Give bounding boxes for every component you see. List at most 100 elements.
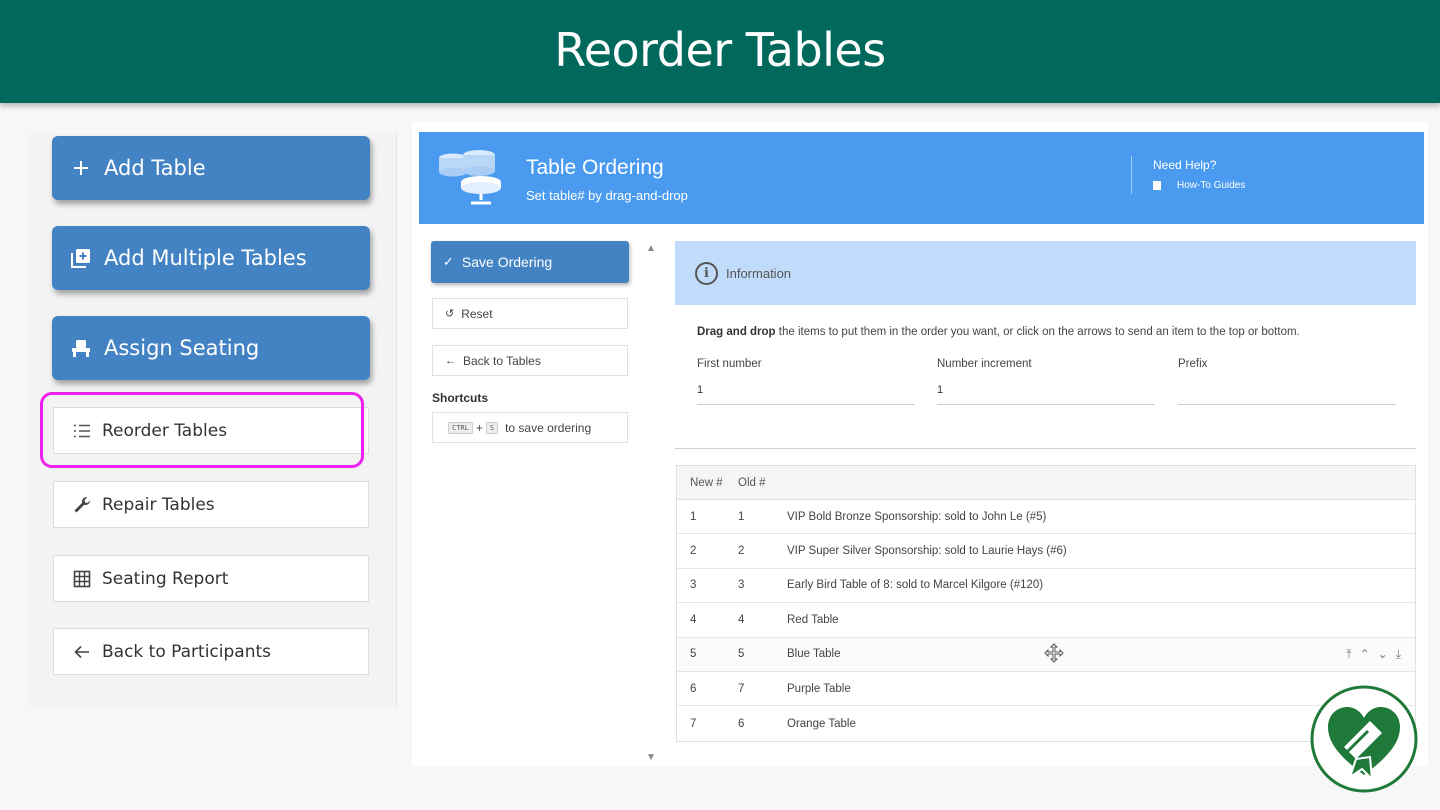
table-row[interactable]: 2 2 VIP Super Silver Sponsorship: sold t… bbox=[677, 534, 1415, 569]
first-number-label: First number bbox=[697, 358, 762, 370]
old-number: 1 bbox=[738, 510, 745, 523]
move-down-icon[interactable]: ⌄ bbox=[1378, 647, 1388, 662]
brand-badge-logo bbox=[1310, 685, 1418, 793]
app-header: Table Ordering Set table# by drag-and-dr… bbox=[419, 132, 1424, 224]
new-number: 6 bbox=[690, 682, 697, 695]
number-increment-input[interactable]: 1 bbox=[937, 382, 1155, 405]
save-ordering-label: Save Ordering bbox=[461, 254, 553, 270]
shortcut-hint: CTRL + S to save ordering bbox=[432, 412, 628, 443]
information-card: i Information Drag and drop the items to… bbox=[675, 241, 1416, 449]
plus-icon bbox=[70, 157, 92, 179]
table-header: New # Old # bbox=[677, 466, 1415, 500]
table-name: Blue Table bbox=[787, 648, 841, 661]
old-number: 7 bbox=[738, 682, 745, 695]
first-number-field: First number 1 bbox=[697, 358, 915, 405]
table-name: Early Bird Table of 8: sold to Marcel Ki… bbox=[787, 579, 1044, 592]
back-to-participants-button[interactable]: Back to Participants bbox=[53, 628, 369, 675]
old-number-header: Old # bbox=[738, 476, 766, 489]
table-name: VIP Bold Bronze Sponsorship: sold to Joh… bbox=[787, 510, 1047, 523]
first-number-input[interactable]: 1 bbox=[697, 382, 915, 405]
s-key: S bbox=[485, 421, 499, 434]
back-to-participants-label: Back to Participants bbox=[102, 641, 272, 662]
back-to-tables-button[interactable]: ← Back to Tables bbox=[432, 345, 628, 376]
shortcut-description: to save ordering bbox=[505, 420, 592, 435]
add-table-button[interactable]: Add Table bbox=[52, 136, 370, 200]
information-description: Drag and drop the items to put them in t… bbox=[697, 326, 1300, 338]
old-number: 6 bbox=[738, 717, 745, 730]
arrow-left-icon: ← bbox=[445, 354, 456, 367]
information-header: i Information bbox=[675, 241, 1416, 305]
table-name: VIP Super Silver Sponsorship: sold to La… bbox=[787, 545, 1067, 558]
number-increment-label: Number increment bbox=[937, 358, 1032, 370]
help-separator bbox=[1131, 156, 1132, 194]
grid-icon bbox=[72, 569, 92, 589]
old-number: 4 bbox=[738, 613, 745, 626]
new-number: 2 bbox=[690, 545, 697, 558]
app-title: Table Ordering bbox=[526, 156, 664, 179]
number-increment-field: Number increment 1 bbox=[937, 358, 1155, 405]
table-row-hovered[interactable]: 5 5 Blue Table ⤒ ⌃ ⌄ ⤓ bbox=[677, 637, 1415, 672]
app-subtitle: Set table# by drag-and-drop bbox=[526, 188, 688, 203]
prefix-input[interactable] bbox=[1178, 382, 1396, 405]
add-table-label: Add Table bbox=[104, 156, 206, 180]
reset-button[interactable]: ↺ Reset bbox=[432, 298, 628, 329]
table-row[interactable]: 7 6 Orange Table bbox=[677, 706, 1415, 740]
wrench-icon bbox=[72, 495, 92, 515]
back-to-tables-label: Back to Tables bbox=[463, 353, 541, 368]
arrow-left-icon bbox=[72, 642, 92, 662]
help-title: Need Help? bbox=[1153, 158, 1217, 172]
move-to-top-icon[interactable]: ⤒ bbox=[1346, 647, 1351, 662]
highlight-outline bbox=[40, 392, 364, 468]
new-number: 3 bbox=[690, 579, 697, 592]
repair-tables-label: Repair Tables bbox=[102, 494, 215, 515]
ctrl-key: CTRL bbox=[448, 421, 473, 434]
table-row[interactable]: 3 3 Early Bird Table of 8: sold to Marce… bbox=[677, 569, 1415, 604]
seat-icon bbox=[70, 337, 92, 359]
info-icon: i bbox=[695, 261, 718, 285]
slide-banner: Reorder Tables bbox=[0, 0, 1440, 103]
shortcuts-title: Shortcuts bbox=[432, 391, 489, 405]
prefix-label: Prefix bbox=[1178, 358, 1208, 370]
scroll-up-arrow[interactable]: ▲ bbox=[646, 243, 656, 254]
repair-tables-button[interactable]: Repair Tables bbox=[53, 481, 369, 528]
row-actions: ⤒ ⌃ ⌄ ⤓ bbox=[1346, 647, 1401, 662]
table-ordering-logo-icon bbox=[439, 150, 501, 205]
save-ordering-button[interactable]: ✓ Save Ordering bbox=[431, 241, 629, 283]
assign-seating-button[interactable]: Assign Seating bbox=[52, 316, 370, 380]
prefix-field: Prefix bbox=[1178, 358, 1396, 405]
old-number: 3 bbox=[738, 579, 745, 592]
table-ordering-list: New # Old # 1 1 VIP Bold Bronze Sponsors… bbox=[676, 465, 1416, 742]
add-multiple-tables-label: Add Multiple Tables bbox=[104, 246, 307, 270]
library-add-icon bbox=[70, 247, 92, 269]
seating-report-label: Seating Report bbox=[102, 568, 229, 589]
new-number: 7 bbox=[690, 717, 697, 730]
reset-icon: ↺ bbox=[445, 308, 455, 320]
information-title: Information bbox=[726, 265, 792, 281]
scroll-down-arrow[interactable]: ▼ bbox=[646, 752, 656, 763]
old-number: 2 bbox=[738, 545, 745, 558]
assign-seating-label: Assign Seating bbox=[104, 336, 260, 360]
new-number: 5 bbox=[690, 648, 697, 661]
move-icon bbox=[1044, 642, 1064, 663]
info-desc-rest: the items to put them in the order you w… bbox=[775, 326, 1300, 338]
check-icon: ✓ bbox=[443, 254, 454, 269]
new-number: 1 bbox=[690, 510, 697, 523]
table-name: Red Table bbox=[787, 613, 839, 626]
move-up-icon[interactable]: ⌃ bbox=[1360, 647, 1370, 662]
seating-report-button[interactable]: Seating Report bbox=[53, 555, 369, 602]
new-number-header: New # bbox=[690, 476, 723, 489]
old-number: 5 bbox=[738, 648, 745, 661]
table-row[interactable]: 1 1 VIP Bold Bronze Sponsorship: sold to… bbox=[677, 500, 1415, 535]
book-icon bbox=[1153, 181, 1161, 190]
panel-divider bbox=[396, 134, 397, 706]
slide-title: Reorder Tables bbox=[554, 22, 886, 77]
add-multiple-tables-button[interactable]: Add Multiple Tables bbox=[52, 226, 370, 290]
move-to-bottom-icon[interactable]: ⤓ bbox=[1396, 647, 1401, 662]
reset-label: Reset bbox=[461, 306, 493, 321]
info-desc-bold: Drag and drop bbox=[697, 326, 776, 338]
table-row[interactable]: 6 7 Purple Table bbox=[677, 672, 1415, 707]
how-to-guides-link[interactable]: How-To Guides bbox=[1153, 180, 1245, 191]
table-row[interactable]: 4 4 Red Table bbox=[677, 603, 1415, 638]
new-number: 4 bbox=[690, 613, 697, 626]
plus-sign: + bbox=[475, 420, 483, 435]
